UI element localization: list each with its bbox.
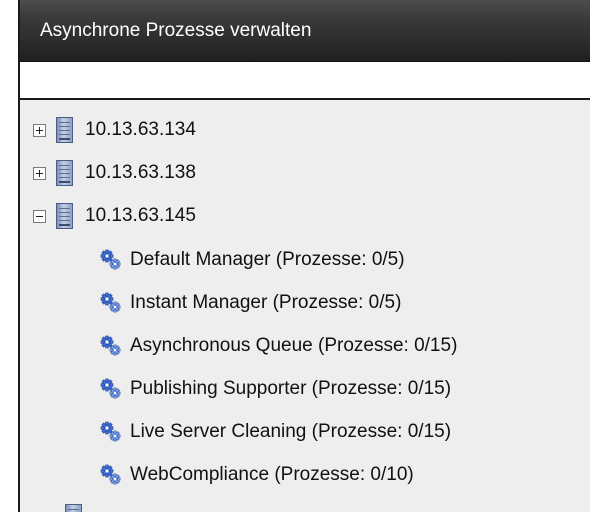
gears-icon bbox=[100, 378, 121, 399]
tree-node-manager[interactable]: WebCompliance (Prozesse: 0/10) bbox=[98, 457, 414, 493]
manager-label[interactable]: Live Server Cleaning (Prozesse: 0/15) bbox=[130, 421, 451, 443]
manager-label[interactable]: Asynchronous Queue (Prozesse: 0/15) bbox=[130, 335, 457, 357]
tree-node-manager[interactable]: Instant Manager (Prozesse: 0/5) bbox=[98, 285, 401, 321]
manager-label[interactable]: Instant Manager (Prozesse: 0/5) bbox=[130, 292, 401, 314]
gears-icon bbox=[100, 464, 121, 485]
gears-icon bbox=[100, 335, 121, 356]
manager-label[interactable]: WebCompliance (Prozesse: 0/10) bbox=[130, 464, 414, 486]
gears-icon bbox=[100, 292, 121, 313]
gears-icon bbox=[100, 249, 121, 270]
server-icon bbox=[65, 504, 82, 512]
tree-node-server[interactable]: 10.13.63.138 bbox=[20, 155, 196, 191]
manager-label[interactable]: Default Manager (Prozesse: 0/5) bbox=[130, 249, 405, 271]
server-label[interactable]: 10.13.63.138 bbox=[85, 162, 196, 184]
process-manager-panel: Asynchrone Prozesse verwalten 10.13.63.1… bbox=[18, 0, 590, 512]
tree-node-server[interactable]: 10.13.63.145 bbox=[20, 198, 196, 234]
server-icon bbox=[56, 160, 73, 186]
server-icon bbox=[56, 203, 73, 229]
collapse-icon[interactable] bbox=[33, 209, 46, 223]
expand-icon[interactable] bbox=[33, 123, 46, 137]
tree-node-manager[interactable]: Live Server Cleaning (Prozesse: 0/15) bbox=[98, 414, 451, 450]
manager-label[interactable]: Publishing Supporter (Prozesse: 0/15) bbox=[130, 378, 451, 400]
tree-node-server-partial bbox=[65, 500, 94, 512]
expand-icon[interactable] bbox=[33, 166, 46, 180]
tree-node-server[interactable]: 10.13.63.134 bbox=[20, 112, 196, 148]
server-label[interactable]: 10.13.63.134 bbox=[85, 119, 196, 141]
tree-node-manager[interactable]: Asynchronous Queue (Prozesse: 0/15) bbox=[98, 328, 457, 364]
panel-title: Asynchrone Prozesse verwalten bbox=[20, 0, 590, 62]
tree-node-manager[interactable]: Default Manager (Prozesse: 0/5) bbox=[98, 242, 405, 278]
server-icon bbox=[56, 117, 73, 143]
server-label[interactable]: 10.13.63.145 bbox=[85, 205, 196, 227]
tree-node-manager[interactable]: Publishing Supporter (Prozesse: 0/15) bbox=[98, 371, 451, 407]
panel-toolbar bbox=[20, 62, 590, 100]
gears-icon bbox=[100, 421, 121, 442]
